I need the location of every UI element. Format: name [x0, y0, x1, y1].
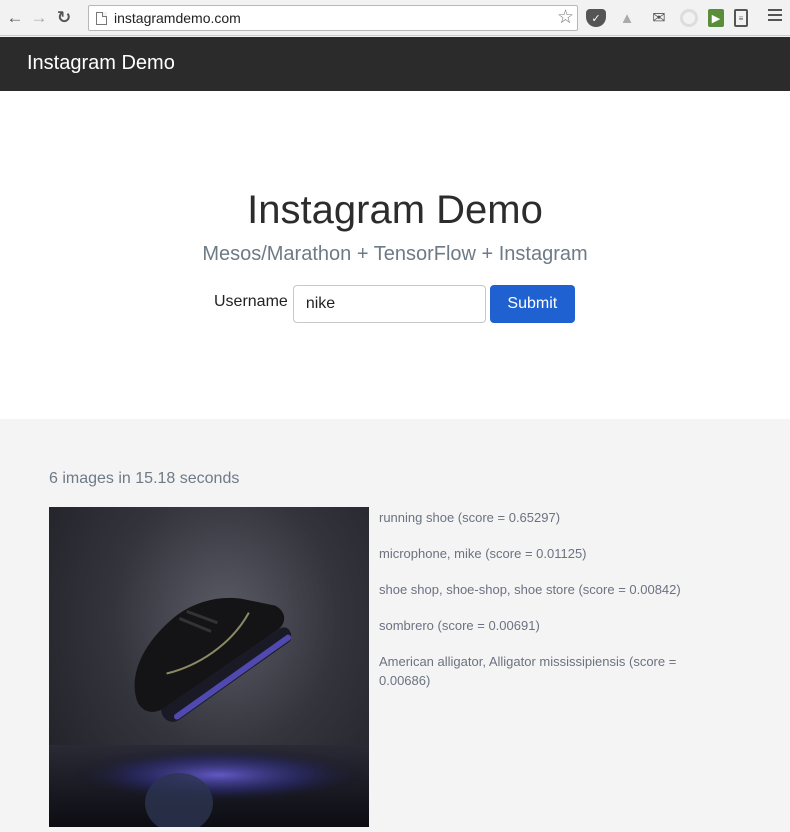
page-subtitle: Mesos/Marathon + TensorFlow + Instagram [202, 243, 588, 265]
sneaker-photo-illustration [49, 597, 369, 827]
page-title: Instagram Demo [247, 188, 543, 232]
prediction-item: microphone, mike (score = 0.01125) [379, 546, 587, 561]
drive-icon[interactable]: ▲ [616, 7, 638, 29]
submit-button[interactable]: Submit [489, 285, 575, 323]
navbar: Instagram Demo [0, 37, 790, 91]
address-bar[interactable]: instagramdemo.com ☆ [88, 5, 578, 31]
prediction-item: running shoe (score = 0.65297) [379, 510, 561, 525]
prediction-list: running shoe (score = 0.65297) microphon… [379, 508, 709, 707]
reader-icon[interactable]: ≡ [734, 9, 748, 27]
bookmark-star-icon[interactable]: ☆ [557, 7, 574, 29]
pocket-icon[interactable]: ✓ [586, 9, 606, 27]
back-arrow-icon[interactable]: ← [4, 7, 26, 29]
hero-section: Instagram Demo Mesos/Marathon + TensorFl… [0, 91, 790, 419]
browser-toolbar: ← → ↻ instagramdemo.com ☆ ✓ ▲ ✉ ▶ ≡ [0, 0, 790, 36]
forward-arrow-icon[interactable]: → [28, 7, 50, 29]
page-icon [96, 11, 107, 25]
browser-menu-icon[interactable] [768, 9, 782, 21]
prediction-item: shoe shop, shoe-shop, shoe store (score … [379, 582, 681, 597]
prediction-item: sombrero (score = 0.00691) [379, 618, 540, 633]
navbar-brand[interactable]: Instagram Demo [27, 52, 175, 75]
extension-icons: ✓ ▲ ✉ ▶ ≡ [586, 7, 748, 29]
result-image-sneaker [49, 507, 369, 827]
url-text: instagramdemo.com [114, 10, 241, 26]
reload-icon[interactable]: ↻ [53, 7, 75, 29]
prediction-item: American alligator, Alligator mississipi… [379, 654, 677, 688]
username-label: Username [214, 293, 288, 310]
sync-icon[interactable] [680, 9, 698, 27]
username-form: Username Submit [214, 285, 575, 323]
extension-green-icon[interactable]: ▶ [708, 9, 724, 27]
username-input[interactable] [292, 285, 486, 323]
mail-icon[interactable]: ✉ [648, 7, 670, 29]
result-summary: 6 images in 15.18 seconds [49, 470, 240, 487]
